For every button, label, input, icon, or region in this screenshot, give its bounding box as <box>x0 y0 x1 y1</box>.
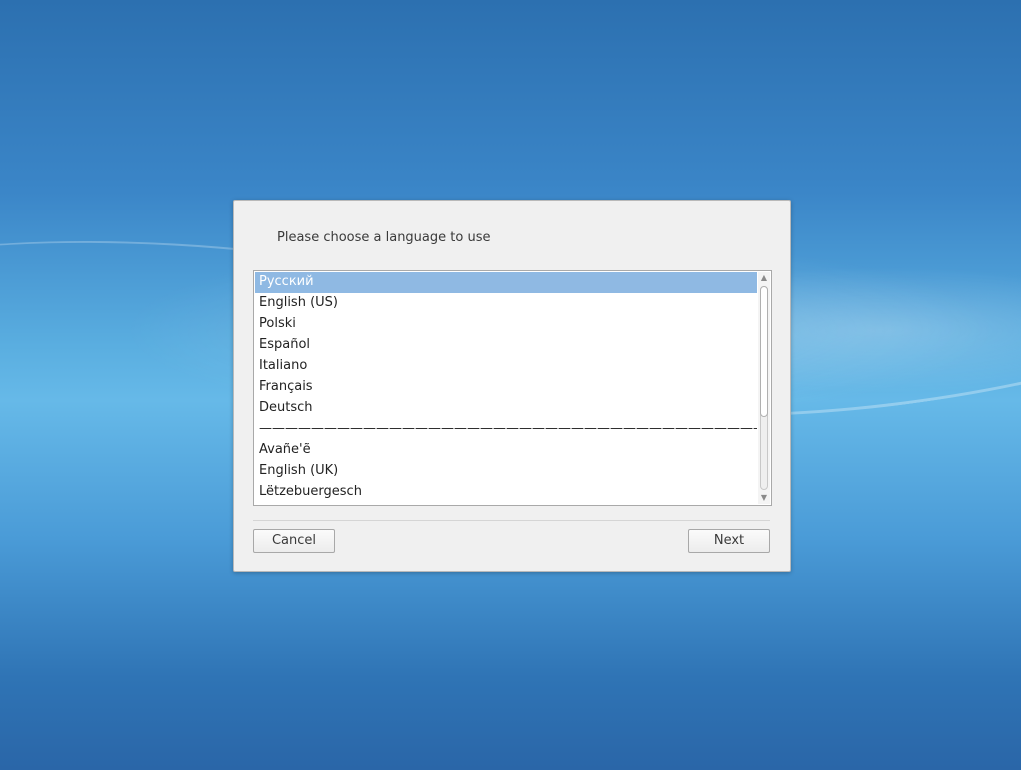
list-item-partial <box>255 503 757 505</box>
language-item-francais[interactable]: Français <box>255 377 757 398</box>
language-item-espanol[interactable]: Español <box>255 335 757 356</box>
language-list[interactable]: Русский English (US) Polski Español Ital… <box>253 270 772 506</box>
language-item-deutsch[interactable]: Deutsch <box>255 398 757 419</box>
scroll-thumb[interactable] <box>760 286 768 417</box>
language-list-separator: ——————————————————————————————————————— <box>259 421 757 436</box>
scroll-up-arrow-icon[interactable]: ▲ <box>758 272 770 284</box>
language-item-english-us[interactable]: English (US) <box>255 293 757 314</box>
list-scrollbar[interactable]: ▲ ▼ <box>758 272 770 504</box>
language-list-items: Русский English (US) Polski Español Ital… <box>255 272 757 505</box>
language-item-russian[interactable]: Русский <box>255 272 757 293</box>
scroll-down-arrow-icon[interactable]: ▼ <box>758 492 770 504</box>
language-item-letzebuergesch[interactable]: Lëtzebuergesch <box>255 482 757 503</box>
language-item-polski[interactable]: Polski <box>255 314 757 335</box>
language-item-italiano[interactable]: Italiano <box>255 356 757 377</box>
language-item-avane-e[interactable]: Avañe'ẽ <box>255 440 757 461</box>
dialog-separator <box>253 520 770 521</box>
language-item-english-uk[interactable]: English (UK) <box>255 461 757 482</box>
cancel-button[interactable]: Cancel <box>253 529 335 553</box>
language-dialog: Please choose a language to use Русский … <box>233 200 791 572</box>
dialog-prompt: Please choose a language to use <box>277 230 491 245</box>
next-button[interactable]: Next <box>688 529 770 553</box>
